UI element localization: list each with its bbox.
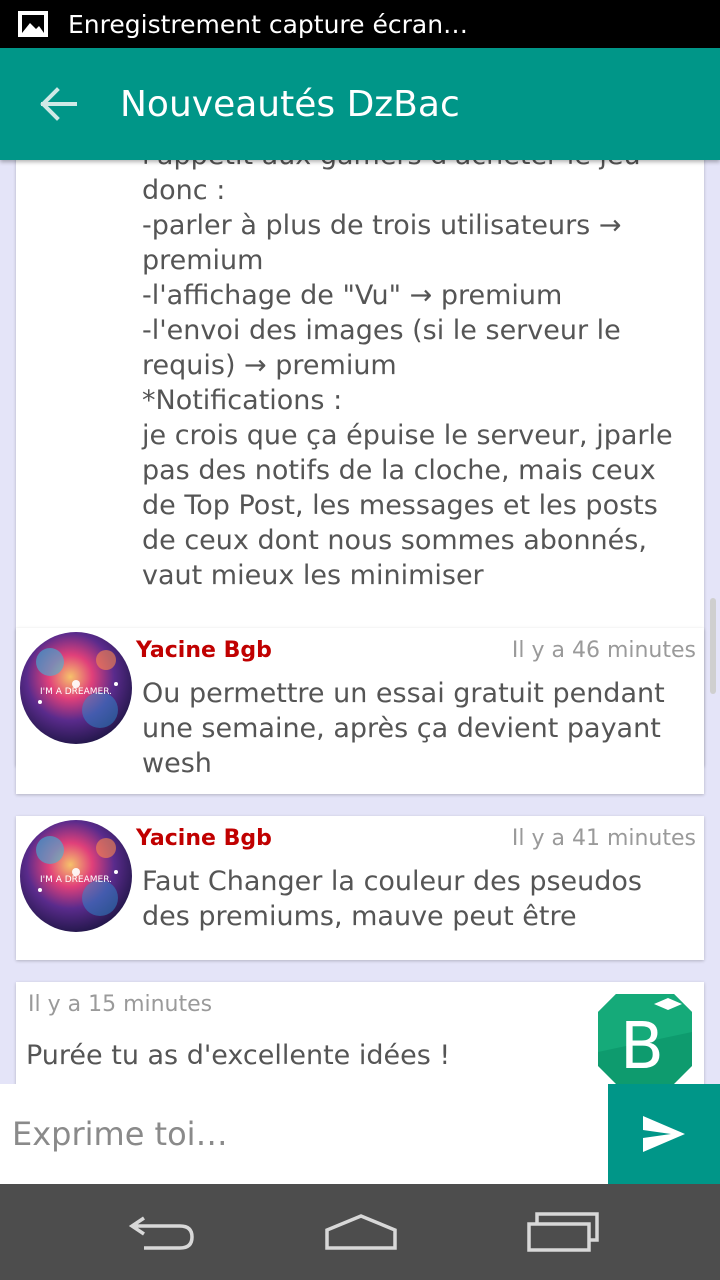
comment-text: Ou permettre un essai gratuit pendant un… [142, 678, 665, 779]
image-icon [18, 11, 48, 37]
app-bar: Nouveautés DzBac [0, 48, 720, 160]
home-nav-icon [325, 1214, 397, 1250]
comment-author[interactable]: Yacine Bgb [136, 638, 272, 663]
page-title: Nouveautés DzBac [120, 83, 460, 125]
dzbac-logo-icon[interactable]: B [596, 992, 694, 1084]
scrollbar[interactable] [710, 598, 716, 694]
avatar[interactable]: I'M A DREAMER. [20, 820, 132, 932]
comment-card[interactable]: I'M A DREAMER. Yacine Bgb Il y a 41 minu… [16, 816, 704, 960]
comment-author[interactable]: Yacine Bgb [136, 826, 272, 851]
status-bar: Enregistrement capture écran… [0, 0, 720, 48]
back-nav-button[interactable] [116, 1204, 206, 1260]
comment-time: Il y a 46 minutes [511, 638, 696, 663]
avatar[interactable]: I'M A DREAMER. [20, 632, 132, 744]
notification-text: Enregistrement capture écran… [68, 9, 469, 39]
reply-card[interactable]: Il y a 15 minutes Purée tu as d'excellen… [16, 982, 704, 1084]
logo-letter: B [620, 1010, 664, 1084]
recent-apps-button[interactable] [518, 1204, 608, 1260]
recent-apps-icon [527, 1212, 599, 1252]
home-nav-button[interactable] [316, 1204, 406, 1260]
reply-time: Il y a 15 minutes [28, 992, 213, 1017]
arrow-left-icon [40, 87, 77, 121]
feed[interactable]: l'appétit aux gamers d'acheter le jeu do… [0, 160, 720, 1084]
back-nav-icon [128, 1216, 194, 1250]
comment-text: Faut Changer la couleur des pseudos des … [142, 866, 643, 932]
avatar-text: I'M A DREAMER. [40, 687, 112, 697]
comment-card[interactable]: I'M A DREAMER. Yacine Bgb Il y a 46 minu… [16, 628, 704, 794]
composer [0, 1084, 720, 1184]
back-button[interactable] [22, 69, 92, 139]
send-button[interactable] [608, 1084, 720, 1184]
message-input[interactable] [0, 1084, 608, 1184]
send-icon [643, 1116, 685, 1152]
post-body: l'appétit aux gamers d'acheter le jeu do… [142, 160, 673, 591]
comment-time: Il y a 41 minutes [511, 826, 696, 851]
reply-text: Purée tu as d'excellente idées ! [26, 1040, 451, 1071]
system-nav-bar [0, 1184, 720, 1280]
avatar-text: I'M A DREAMER. [40, 875, 112, 885]
